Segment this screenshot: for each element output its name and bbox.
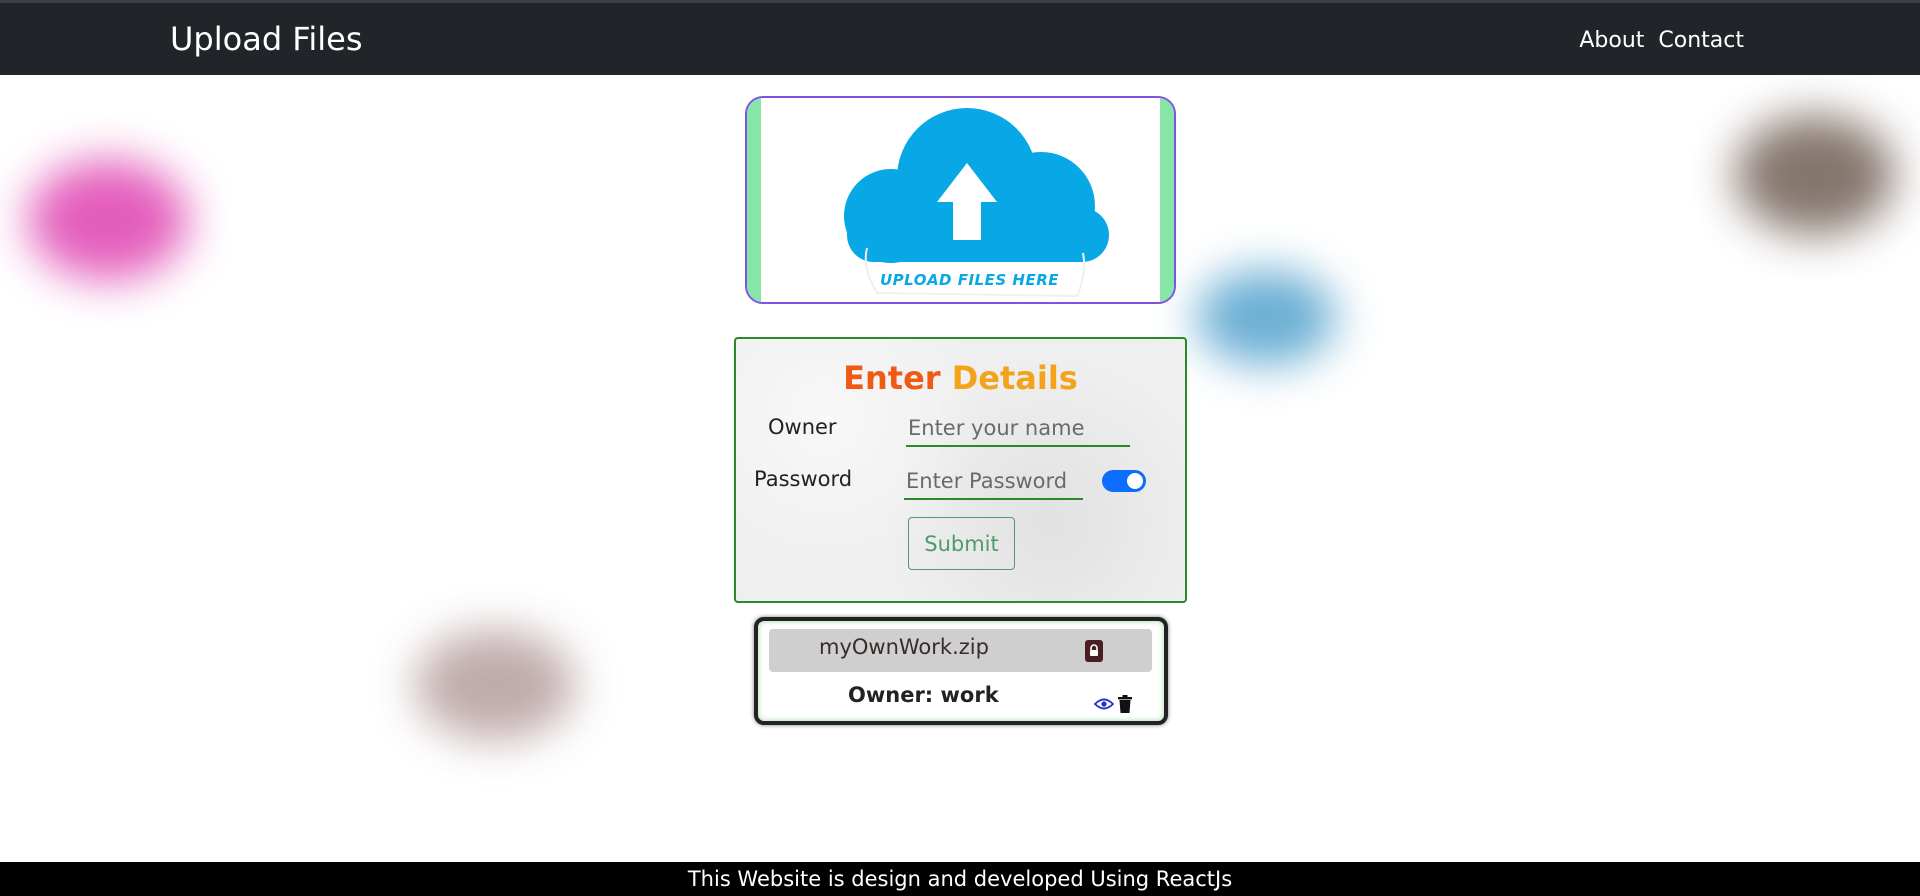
page: Upload Files About Contact UPLOAD FILES … <box>0 0 1920 896</box>
form-title-part2: Details <box>951 359 1078 397</box>
brand-link[interactable]: Upload Files <box>170 20 363 58</box>
details-form: Enter Details Owner Password Submit <box>734 337 1187 603</box>
file-card: myOwnWork.zip Owner: work <box>754 617 1168 725</box>
toggle-knob <box>1127 473 1143 489</box>
decorative-blob-blue <box>1196 270 1336 365</box>
decorative-blob-brown <box>1735 115 1895 235</box>
lock-icon[interactable] <box>1085 640 1103 662</box>
decorative-blob-pink <box>28 160 188 280</box>
footer: This Website is design and developed Usi… <box>0 862 1920 896</box>
navbar: Upload Files About Contact <box>0 0 1920 75</box>
show-password-toggle[interactable] <box>1102 470 1146 492</box>
file-name: myOwnWork.zip <box>819 635 989 659</box>
file-name-bar: myOwnWork.zip <box>769 629 1152 672</box>
nav-links: About Contact <box>1579 28 1744 53</box>
eye-icon[interactable] <box>1094 697 1114 711</box>
owner-label: Owner <box>768 415 837 439</box>
file-owner: Owner: work <box>848 683 999 707</box>
decorative-blob-mauve <box>415 630 575 740</box>
trash-icon[interactable] <box>1118 695 1132 713</box>
nav-link-contact[interactable]: Contact <box>1658 28 1744 53</box>
submit-button[interactable]: Submit <box>908 517 1015 570</box>
upload-dropzone[interactable]: UPLOAD FILES HERE <box>745 96 1176 304</box>
password-input[interactable] <box>904 464 1083 500</box>
upload-caption: UPLOAD FILES HERE <box>880 271 1059 289</box>
form-title: Enter Details <box>736 359 1185 397</box>
form-title-part1: Enter <box>843 359 941 397</box>
nav-link-about[interactable]: About <box>1579 28 1644 53</box>
password-label: Password <box>754 467 853 491</box>
owner-input[interactable] <box>906 411 1130 447</box>
